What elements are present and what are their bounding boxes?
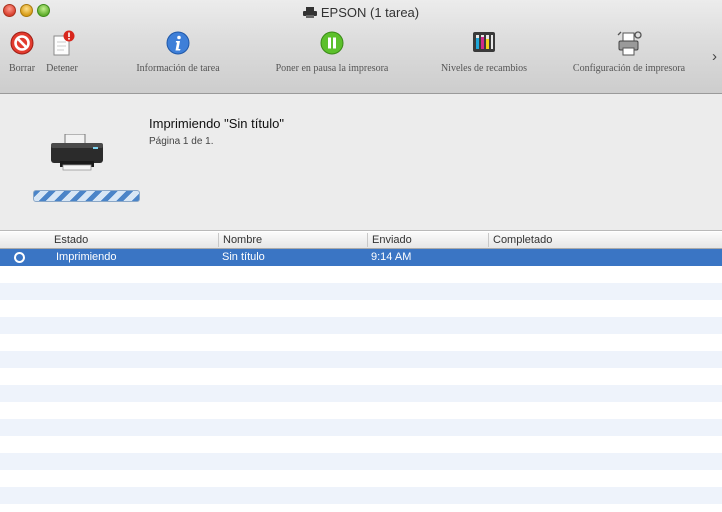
empty-row (0, 487, 722, 504)
delete-button[interactable]: Borrar (2, 30, 42, 74)
job-list: Imprimiendo Sin título 9:14 AM (0, 249, 722, 512)
printer-setup-label: Configuración de impresora (572, 63, 686, 74)
empty-row (0, 453, 722, 470)
printer-icon (302, 6, 317, 21)
table-header: Estado Nombre Enviado Completado (0, 232, 722, 249)
pause-printer-label: Poner en pausa la impresora (275, 63, 389, 74)
cell-enviado: 9:14 AM (371, 251, 412, 263)
window-title-text: EPSON (1 tarea) (320, 5, 420, 20)
job-info-label: Información de tarea (136, 63, 220, 74)
ink-levels-icon (424, 30, 544, 58)
column-header-estado[interactable]: Estado (50, 233, 215, 247)
supply-levels-button[interactable]: Niveles de recambios (424, 30, 544, 74)
pause-printer-button[interactable]: Poner en pausa la impresora (249, 30, 415, 74)
hold-icon (42, 30, 82, 58)
toolbar-overflow-button[interactable]: › (712, 48, 717, 65)
job-info-button[interactable]: Información de tarea (118, 30, 238, 74)
job-page-count: Página 1 de 1. (149, 136, 214, 147)
printer-setup-icon (548, 30, 710, 58)
info-icon (118, 30, 238, 58)
window-title: EPSON (1 tarea) (0, 5, 722, 21)
table-row[interactable]: Imprimiendo Sin título 9:14 AM (0, 249, 722, 266)
hold-label: Detener (46, 63, 78, 74)
cell-estado: Imprimiendo (56, 251, 117, 263)
printer-setup-button[interactable]: Configuración de impresora (548, 30, 710, 74)
delete-icon (2, 30, 42, 58)
printer-image (48, 133, 106, 179)
column-header-nombre[interactable]: Nombre (218, 233, 364, 247)
title-bar: EPSON (1 tarea) Borrar Detener Informaci… (0, 0, 722, 94)
empty-row (0, 385, 722, 402)
print-queue-window: EPSON (1 tarea) Borrar Detener Informaci… (0, 0, 722, 512)
column-header-enviado[interactable]: Enviado (367, 233, 485, 247)
pause-icon (249, 30, 415, 58)
empty-row (0, 317, 722, 334)
cell-nombre: Sin título (222, 251, 265, 263)
delete-label: Borrar (8, 63, 36, 74)
empty-row (0, 419, 722, 436)
supply-levels-label: Niveles de recambios (440, 63, 528, 74)
empty-row (0, 351, 722, 368)
job-title: Imprimiendo "Sin título" (149, 116, 284, 131)
printing-status-icon (14, 252, 25, 263)
progress-bar (33, 190, 140, 202)
job-status-panel: Imprimiendo "Sin título" Página 1 de 1. (0, 94, 722, 231)
column-header-completado[interactable]: Completado (488, 233, 722, 247)
empty-row (0, 283, 722, 300)
hold-button[interactable]: Detener (42, 30, 82, 74)
